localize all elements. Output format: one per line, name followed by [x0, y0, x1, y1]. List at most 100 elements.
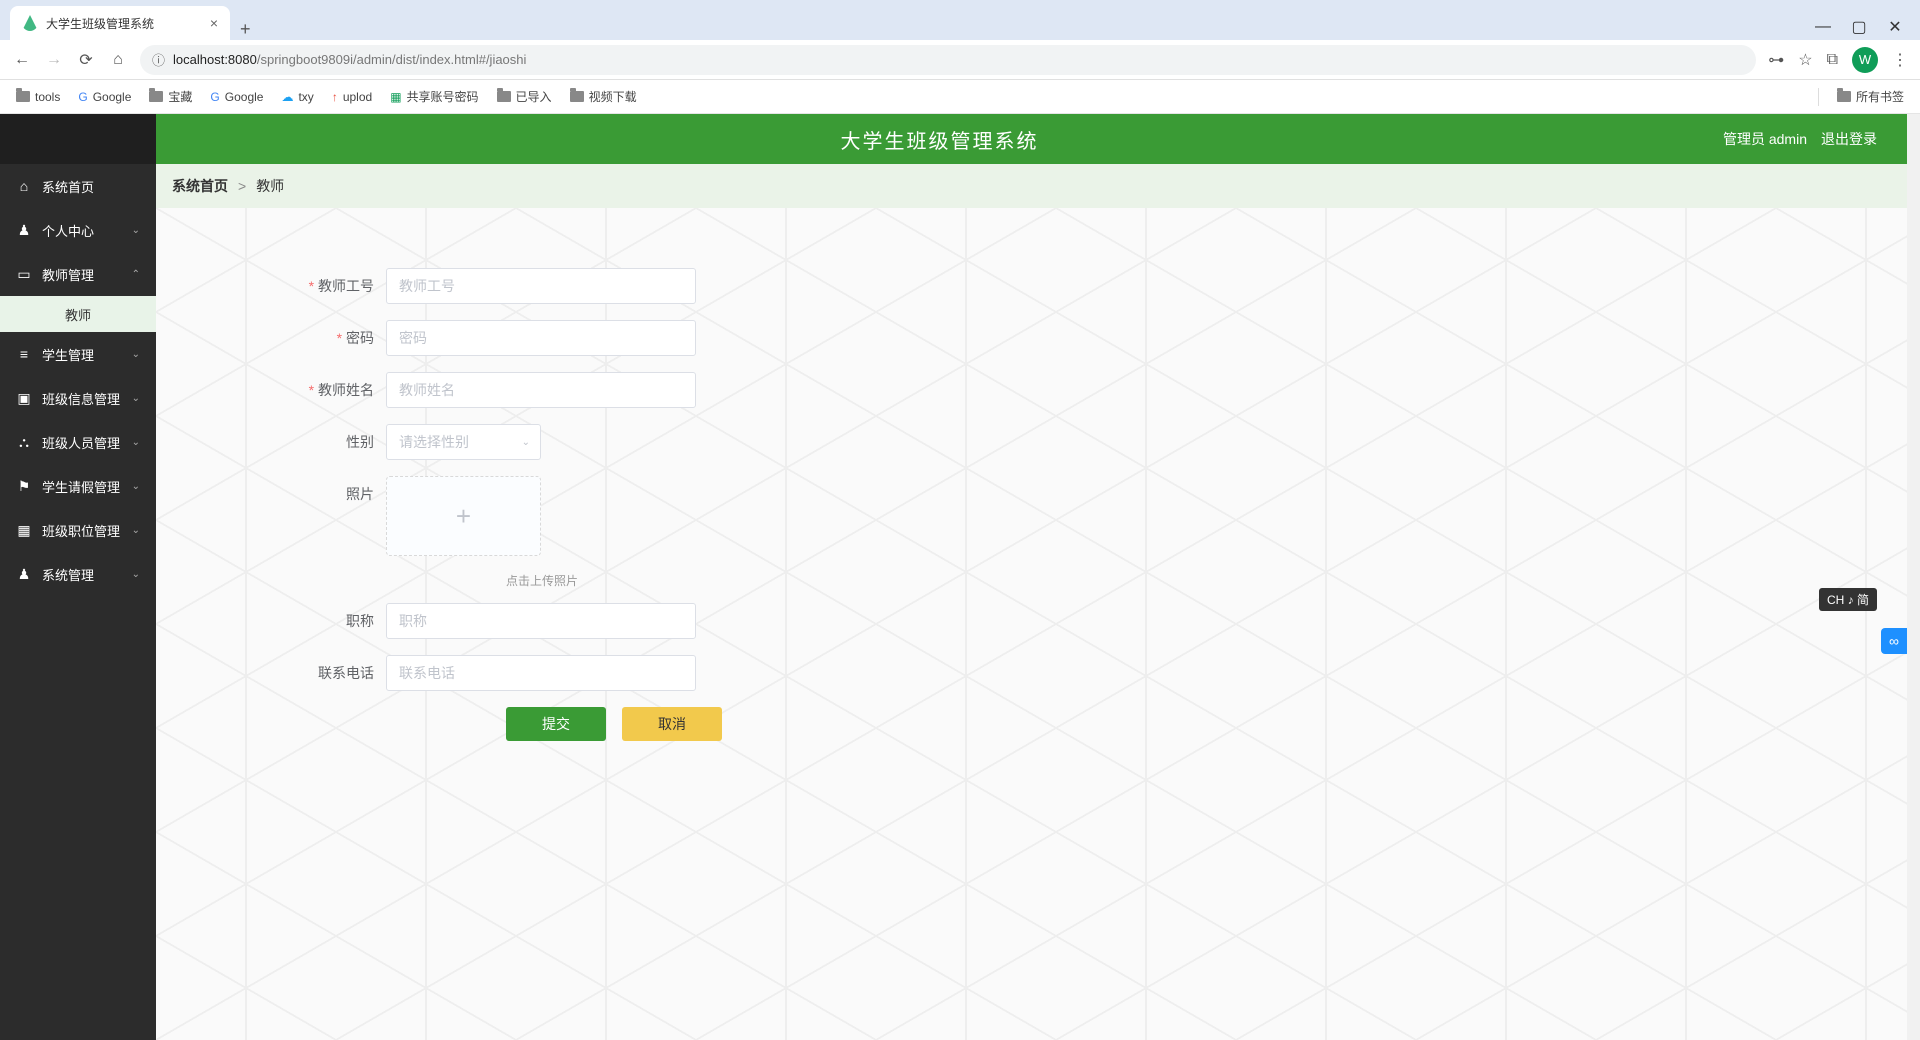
- user-icon: ♟: [16, 566, 32, 582]
- scrollbar[interactable]: [1907, 114, 1920, 1040]
- bookmark-uplod[interactable]: ↑uplod: [332, 90, 372, 104]
- breadcrumb-sep: >: [238, 178, 246, 194]
- sidebar-item-label: 系统管理: [42, 565, 94, 584]
- home-button[interactable]: ⌂: [108, 51, 128, 69]
- sidebar: ⌂ 系统首页 ♟ 个人中心 ⌄ ▭ 教师管理 ⌃ 教师 ≡ 学生管理 ⌄ ▣ 班…: [0, 114, 156, 1040]
- bookmark-imported[interactable]: 已导入: [497, 88, 552, 105]
- submit-button[interactable]: 提交: [506, 707, 606, 741]
- chevron-down-icon: ⌄: [132, 481, 140, 492]
- label-teacher-name: 教师姓名: [276, 380, 386, 400]
- back-button[interactable]: ←: [12, 51, 32, 69]
- all-bookmarks[interactable]: 所有书签: [1837, 88, 1904, 105]
- teacher-name-input[interactable]: [386, 372, 696, 408]
- sidebar-item-classinfo[interactable]: ▣ 班级信息管理 ⌄: [0, 376, 156, 420]
- gender-select[interactable]: 请选择性别 ⌄: [386, 424, 541, 460]
- bookmark-baozang[interactable]: 宝藏: [149, 88, 192, 105]
- chevron-down-icon: ⌄: [132, 569, 140, 580]
- browser-toolbar: ← → ⟳ ⌂ ⓘ localhost:8080/springboot9809i…: [0, 40, 1920, 80]
- ime-badge: CH ♪ 简: [1819, 588, 1877, 611]
- cancel-button[interactable]: 取消: [622, 707, 722, 741]
- chevron-down-icon: ⌄: [132, 225, 140, 236]
- bookmark-tools[interactable]: tools: [16, 90, 60, 104]
- teacher-form: 教师工号 密码 教师姓名 性别 请选择性别 ⌄: [156, 208, 916, 741]
- label-photo: 照片: [276, 476, 386, 504]
- window-controls: — ▢ ✕: [1798, 20, 1920, 40]
- reload-button[interactable]: ⟳: [76, 50, 96, 70]
- bookmark-video[interactable]: 视频下载: [570, 88, 637, 105]
- sidebar-subitem-teacher[interactable]: 教师: [0, 296, 156, 332]
- chevron-up-icon: ⌃: [132, 269, 140, 280]
- browser-tab[interactable]: 大学生班级管理系统 ×: [10, 6, 230, 40]
- sidebar-item-label: 教师管理: [42, 265, 94, 284]
- sidebar-item-leave[interactable]: ⚑ 学生请假管理 ⌄: [0, 464, 156, 508]
- tab-title: 大学生班级管理系统: [46, 15, 202, 32]
- phone-input[interactable]: [386, 655, 696, 691]
- chevron-down-icon: ⌄: [132, 349, 140, 360]
- sidebar-item-label: 学生管理: [42, 345, 94, 364]
- bookmark-star-icon[interactable]: ☆: [1798, 50, 1812, 70]
- vue-icon: [22, 15, 38, 31]
- logout-link[interactable]: 退出登录: [1821, 129, 1877, 149]
- breadcrumb-home[interactable]: 系统首页: [172, 176, 228, 196]
- extensions-icon[interactable]: ⧉: [1827, 51, 1838, 69]
- sidebar-item-label: 个人中心: [42, 221, 94, 240]
- close-icon[interactable]: ×: [210, 15, 218, 31]
- admin-label[interactable]: 管理员 admin: [1723, 129, 1807, 149]
- chevron-down-icon: ⌄: [132, 437, 140, 448]
- breadcrumb: 系统首页 > 教师: [156, 164, 1907, 208]
- label-password: 密码: [276, 328, 386, 348]
- sidebar-item-profile[interactable]: ♟ 个人中心 ⌄: [0, 208, 156, 252]
- chevron-down-icon: ⌄: [132, 393, 140, 404]
- chevron-down-icon: ⌄: [132, 525, 140, 536]
- menu-icon[interactable]: ⋮: [1892, 50, 1908, 70]
- flag-icon: ⚑: [16, 478, 32, 494]
- forward-button[interactable]: →: [44, 51, 64, 69]
- upload-hint: 点击上传照片: [506, 572, 916, 589]
- monitor-icon: ▣: [16, 390, 32, 406]
- profile-avatar[interactable]: W: [1852, 47, 1878, 73]
- sidebar-item-teacher[interactable]: ▭ 教师管理 ⌃: [0, 252, 156, 296]
- title-input[interactable]: [386, 603, 696, 639]
- password-icon[interactable]: ⊶: [1768, 50, 1784, 70]
- sidebar-item-system[interactable]: ♟ 系统管理 ⌄: [0, 552, 156, 596]
- browser-tab-strip: 大学生班级管理系统 × + — ▢ ✕: [0, 0, 1920, 40]
- minimize-button[interactable]: —: [1816, 20, 1830, 34]
- sidebar-item-label: 班级职位管理: [42, 521, 120, 540]
- sidebar-logo: [0, 114, 156, 164]
- url-text: localhost:8080/springboot9809i/admin/dis…: [173, 52, 526, 67]
- card-icon: ▭: [16, 266, 32, 282]
- sidebar-item-label: 班级人员管理: [42, 433, 120, 452]
- sidebar-item-student[interactable]: ≡ 学生管理 ⌄: [0, 332, 156, 376]
- sidebar-item-label: 系统首页: [42, 177, 94, 196]
- app-topbar: 大学生班级管理系统 管理员 admin 退出登录: [156, 114, 1907, 164]
- home-icon: ⌂: [16, 178, 32, 194]
- bookmark-google2[interactable]: GGoogle: [210, 90, 263, 104]
- maximize-button[interactable]: ▢: [1852, 20, 1866, 34]
- sidebar-item-classmember[interactable]: ⛬ 班级人员管理 ⌄: [0, 420, 156, 464]
- app-title: 大学生班级管理系统: [156, 125, 1723, 154]
- address-bar[interactable]: ⓘ localhost:8080/springboot9809i/admin/d…: [140, 45, 1756, 75]
- sidebar-item-label: 学生请假管理: [42, 477, 120, 496]
- photo-uploader[interactable]: +: [386, 476, 541, 556]
- label-gender: 性别: [276, 432, 386, 452]
- site-info-icon[interactable]: ⓘ: [152, 50, 165, 69]
- bookmark-google[interactable]: GGoogle: [78, 90, 131, 104]
- password-input[interactable]: [386, 320, 696, 356]
- chevron-down-icon: ⌄: [522, 437, 530, 448]
- sidebar-subitem-label: 教师: [65, 305, 91, 324]
- sidebar-item-label: 班级信息管理: [42, 389, 120, 408]
- new-tab-button[interactable]: +: [230, 19, 261, 40]
- label-teacher-id: 教师工号: [276, 276, 386, 296]
- sidebar-item-position[interactable]: ▦ 班级职位管理 ⌄: [0, 508, 156, 552]
- label-title: 职称: [276, 611, 386, 631]
- breadcrumb-current: 教师: [256, 176, 284, 196]
- user-icon: ♟: [16, 222, 32, 238]
- close-window-button[interactable]: ✕: [1888, 20, 1902, 34]
- teacher-id-input[interactable]: [386, 268, 696, 304]
- bookmark-shared[interactable]: ▦共享账号密码: [390, 88, 478, 105]
- sidebar-item-home[interactable]: ⌂ 系统首页: [0, 164, 156, 208]
- gender-placeholder: 请选择性别: [399, 432, 469, 452]
- bookmark-txy[interactable]: ☁txy: [281, 90, 313, 104]
- bookmarks-bar: tools GGoogle 宝藏 GGoogle ☁txy ↑uplod ▦共享…: [0, 80, 1920, 114]
- side-widget-icon[interactable]: ∞: [1881, 628, 1907, 654]
